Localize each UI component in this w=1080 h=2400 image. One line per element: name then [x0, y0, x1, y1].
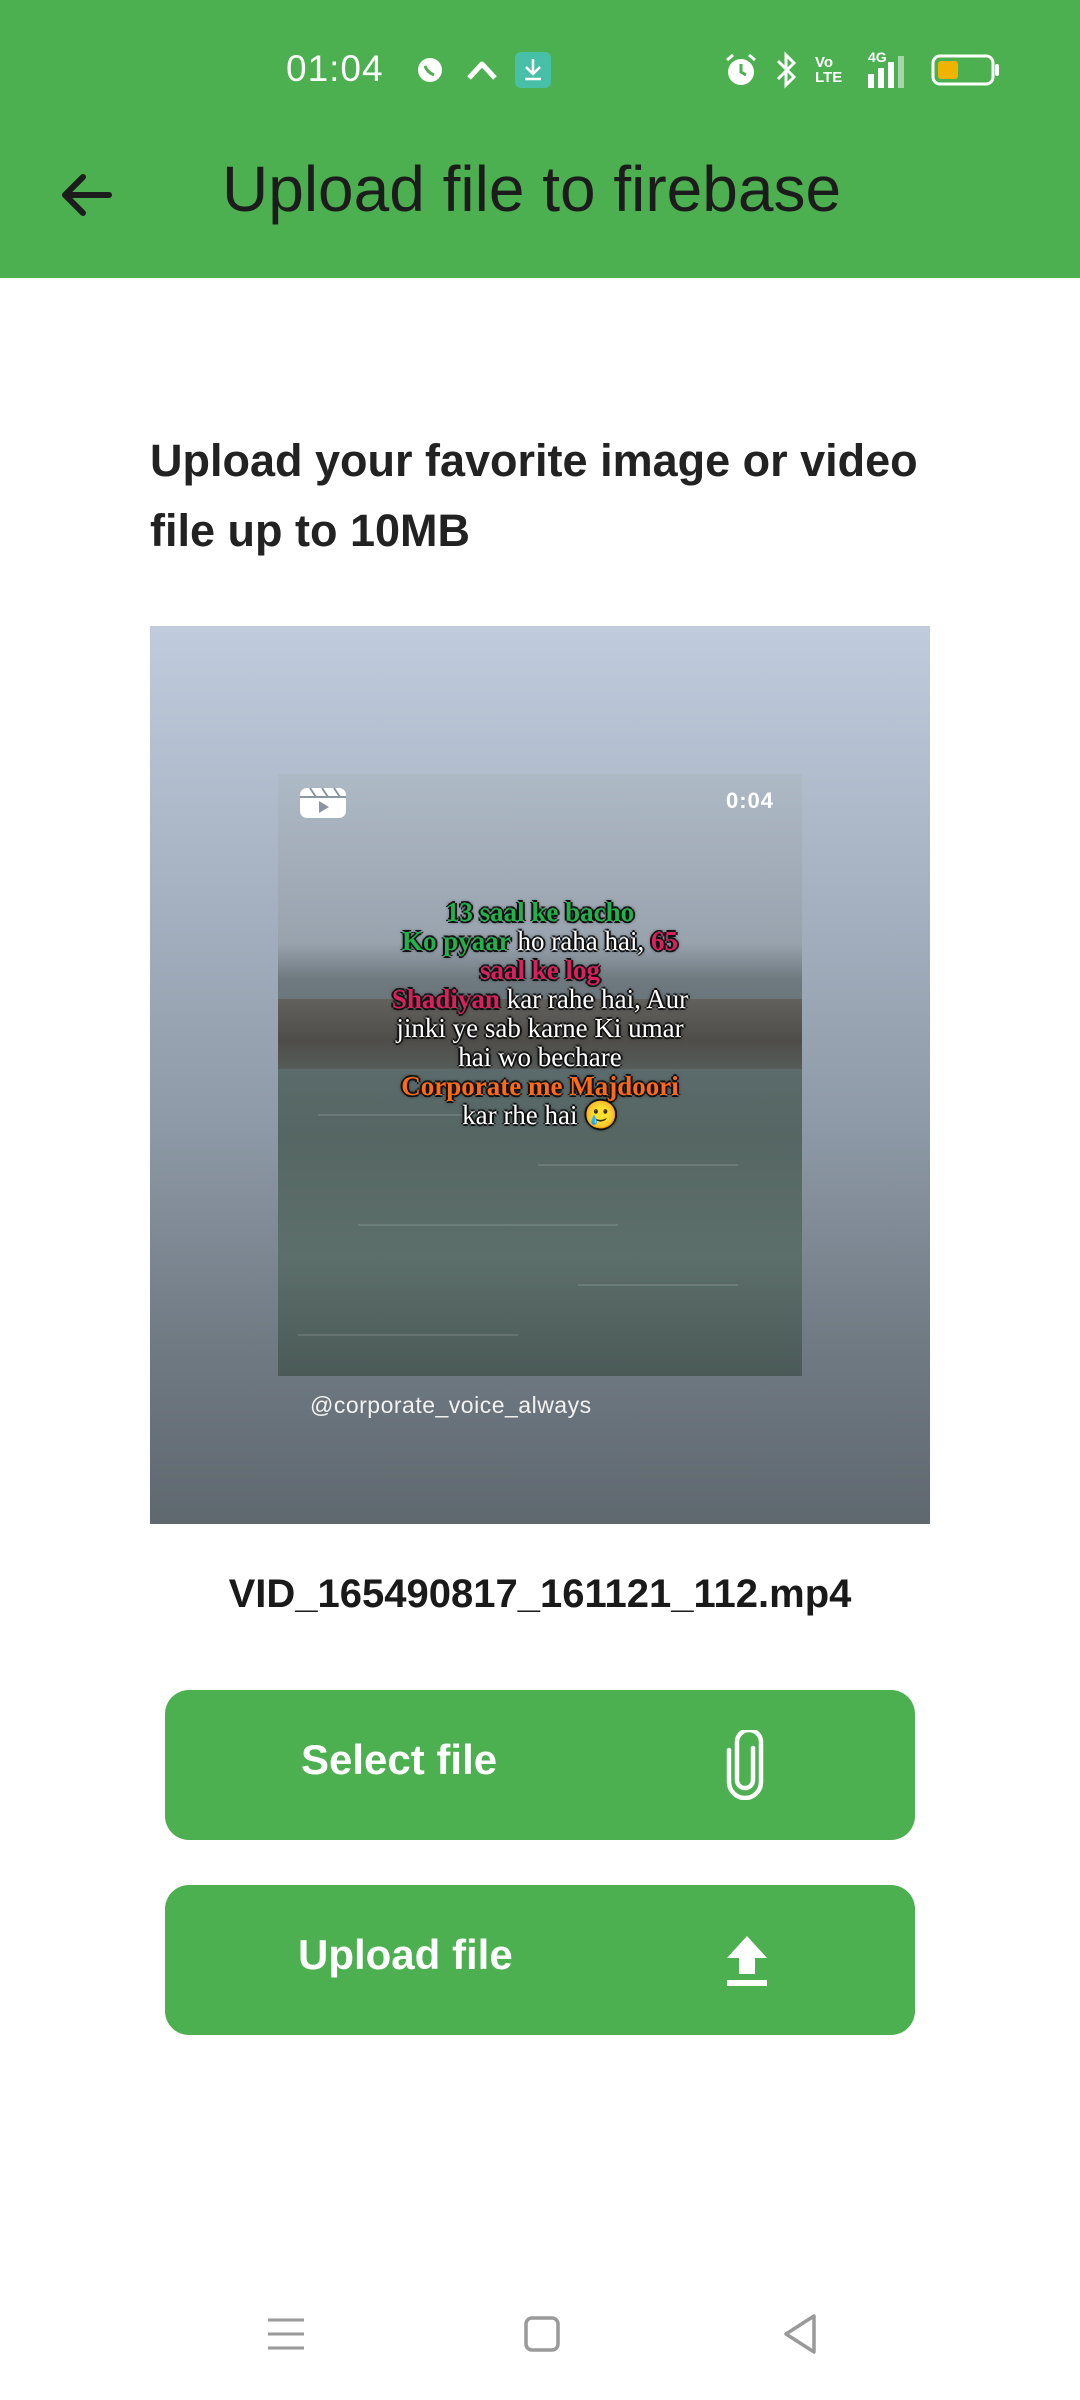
- back-button[interactable]: [50, 160, 120, 230]
- caption-segment: hai wo bechare: [458, 1042, 622, 1072]
- caption-line: Corporate me Majdoori: [278, 1072, 802, 1101]
- caption-segment: 13 saal ke bacho: [445, 897, 635, 927]
- home-button[interactable]: [502, 2300, 582, 2368]
- caption-line: saal ke log: [278, 956, 802, 985]
- caption-segment: 65: [650, 926, 678, 956]
- bluetooth-icon: [770, 50, 802, 90]
- caption-line: hai wo bechare: [278, 1043, 802, 1072]
- caption-line: jinki ye sab karne Ki umar: [278, 1014, 802, 1043]
- battery-icon: [930, 50, 1002, 90]
- video-duration: 0:04: [725, 788, 774, 813]
- page-title: Upload file to firebase: [222, 153, 842, 225]
- reels-icon: [300, 787, 346, 818]
- caption-segment: kar rhe hai 🥲: [462, 1100, 618, 1130]
- paperclip-icon: [715, 1730, 775, 1800]
- upload-file-button[interactable]: Upload file: [165, 1885, 915, 2035]
- caption-segment: kar rahe hai, Aur: [499, 984, 689, 1014]
- menu-button[interactable]: [246, 2300, 326, 2368]
- whatsapp-icon: [412, 50, 448, 90]
- arrow-left-icon: [62, 174, 112, 216]
- video-thumbnail: 0:04 13 saal ke bacho Ko pyaar ho raha ha…: [278, 774, 802, 1376]
- app-header: 01:04 Vo LTE 4G Upload file to firebase: [0, 0, 1080, 278]
- caption-segment: Corporate me Majdoori: [401, 1071, 679, 1101]
- caption-segment: ho raha hai,: [510, 926, 651, 956]
- status-time: 01:04: [286, 48, 384, 89]
- caption-segment: saal ke log: [479, 955, 600, 985]
- download-icon: [513, 50, 553, 90]
- video-watermark: @corporate_voice_always: [310, 1392, 592, 1418]
- caption-segment: jinki ye sab karne Ki umar: [396, 1013, 684, 1043]
- select-file-button[interactable]: Select file: [165, 1690, 915, 1840]
- status-bar: 01:04 Vo LTE 4G: [0, 0, 1080, 140]
- chevron-up-icon: [462, 50, 502, 90]
- volte-icon: Vo LTE: [815, 54, 843, 86]
- selected-file-name: VID_165490817_161121_112.mp4: [228, 1572, 852, 1616]
- caption-segment: Ko pyaar: [402, 926, 511, 956]
- system-back-button[interactable]: [760, 2300, 840, 2368]
- upload-instructions: Upload your favorite image or video file…: [150, 435, 918, 556]
- back-icon: [784, 2314, 816, 2354]
- signal-icon: 4G: [862, 50, 918, 90]
- menu-icon: [268, 2318, 304, 2350]
- video-preview: 0:04 13 saal ke bacho Ko pyaar ho raha ha…: [150, 626, 930, 1524]
- video-caption: 13 saal ke bacho Ko pyaar ho raha hai, 65…: [278, 898, 802, 1130]
- network-label: 4G: [868, 50, 887, 65]
- home-icon: [524, 2316, 560, 2352]
- caption-segment: Shadiyan: [391, 984, 500, 1014]
- select-file-label: Select file: [301, 1736, 498, 1783]
- upload-icon: [717, 1925, 777, 1995]
- caption-line: Shadiyan kar rahe hai, Aur: [278, 985, 802, 1014]
- caption-line: 13 saal ke bacho: [278, 898, 802, 927]
- upload-file-label: Upload file: [298, 1931, 513, 1978]
- alarm-icon: [722, 50, 760, 90]
- caption-line: kar rhe hai 🥲: [278, 1101, 802, 1130]
- caption-line: Ko pyaar ho raha hai, 65: [278, 927, 802, 956]
